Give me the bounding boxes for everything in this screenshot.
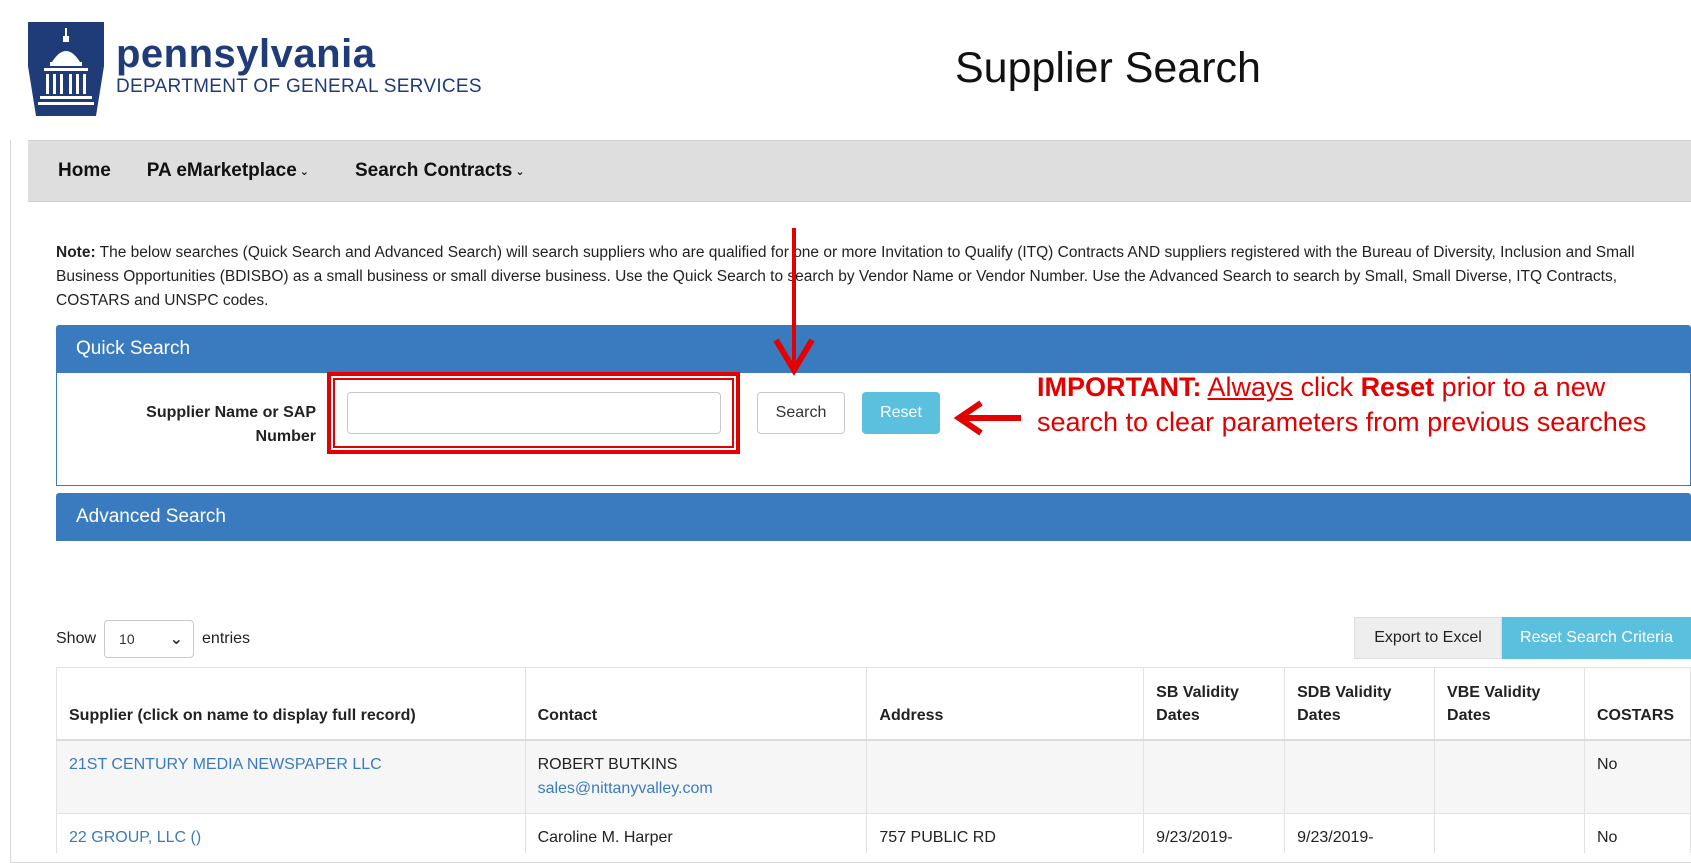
sdb-cell xyxy=(1284,739,1436,814)
main-navbar: Home PA eMarketplace ⌄ Search Contracts … xyxy=(28,140,1691,202)
supplier-field-label: Supplier Name or SAP Number xyxy=(146,404,316,445)
costars-cell: No xyxy=(1583,812,1691,853)
nav-search-contracts[interactable]: Search Contracts ⌄ xyxy=(355,160,525,182)
caret-down-icon: ⌄ xyxy=(299,165,309,178)
col-header-costars[interactable]: COSTARS xyxy=(1583,667,1691,741)
search-button[interactable]: Search xyxy=(757,392,845,434)
supplier-link[interactable]: 22 GROUP, LLC () xyxy=(69,829,201,846)
advanced-search-header[interactable]: Advanced Search xyxy=(56,493,1691,541)
address-cell: 757 PUBLIC RD xyxy=(866,812,1145,853)
nav-pa-emarketplace[interactable]: PA eMarketplace ⌄ xyxy=(147,160,309,182)
contact-email-link[interactable]: sales@nittanyvalley.com xyxy=(538,777,855,801)
annotation-arrow-left-icon xyxy=(953,400,1021,436)
vbe-cell xyxy=(1434,812,1585,853)
contact-cell: Caroline M. Harper xyxy=(524,812,868,853)
important-label: IMPORTANT: xyxy=(1037,372,1202,402)
sdb-cell: 9/23/2019- xyxy=(1284,812,1436,853)
nav-search-contracts-label: Search Contracts xyxy=(354,160,513,181)
important-click: click xyxy=(1300,372,1354,402)
nav-pa-emarketplace-label: PA eMarketplace xyxy=(146,160,297,181)
col-header-supplier[interactable]: Supplier (click on name to display full … xyxy=(56,667,526,741)
entries-label: entries xyxy=(202,630,251,647)
sb-cell: 9/23/2019- xyxy=(1143,812,1286,853)
note-label: Note: xyxy=(56,244,96,261)
col-header-sdb-validity[interactable]: SDB Validity Dates xyxy=(1284,667,1436,741)
costars-cell: No xyxy=(1583,739,1691,814)
logo-subtitle: DEPARTMENT OF GENERAL SERVICES xyxy=(116,76,482,97)
caret-down-icon: ⌄ xyxy=(515,165,525,178)
vbe-cell xyxy=(1434,739,1585,814)
search-note: Note: The below searches (Quick Search a… xyxy=(56,241,1656,313)
contact-name: Caroline M. Harper xyxy=(537,828,673,846)
note-text: The below searches (Quick Search and Adv… xyxy=(56,244,1635,309)
sb-cell xyxy=(1143,739,1286,814)
nav-home-label: Home xyxy=(58,160,111,181)
quick-search-title: Quick Search xyxy=(76,338,191,359)
col-header-sb-validity[interactable]: SB Validity Dates xyxy=(1143,667,1286,741)
table-header-row: Supplier (click on name to display full … xyxy=(56,667,1691,741)
quick-search-header[interactable]: Quick Search xyxy=(56,325,1691,373)
supplier-cell: 21ST CENTURY MEDIA NEWSPAPER LLC xyxy=(56,739,526,814)
table-row: 21ST CENTURY MEDIA NEWSPAPER LLC ROBERT … xyxy=(56,739,1691,814)
advanced-search-title: Advanced Search xyxy=(76,506,226,527)
address-cell xyxy=(866,739,1145,814)
important-always: Always xyxy=(1207,372,1294,402)
important-annotation: IMPORTANT: Always click Reset prior to a… xyxy=(1037,370,1687,440)
chevron-down-icon: ⌄ xyxy=(169,631,184,648)
col-header-address[interactable]: Address xyxy=(866,667,1145,741)
nav-home[interactable]: Home xyxy=(58,160,111,182)
table-row: 22 GROUP, LLC () Caroline M. Harper 757 … xyxy=(56,812,1691,853)
reset-button[interactable]: Reset xyxy=(862,392,940,434)
supplier-search-input[interactable] xyxy=(347,392,721,434)
show-label: Show xyxy=(56,630,97,647)
logo-title: pennsylvania xyxy=(116,32,376,76)
col-header-contact[interactable]: Contact xyxy=(524,667,868,741)
contact-name: ROBERT BUTKINS xyxy=(537,755,678,773)
capitol-keystone-icon xyxy=(28,22,104,116)
site-header: pennsylvania DEPARTMENT OF GENERAL SERVI… xyxy=(0,0,1691,140)
results-table: Supplier (click on name to display full … xyxy=(56,667,1691,853)
page-title: Supplier Search xyxy=(955,44,1261,92)
supplier-cell: 22 GROUP, LLC () xyxy=(56,812,526,853)
results-table-wrap: Supplier (click on name to display full … xyxy=(56,667,1691,853)
contact-cell: ROBERT BUTKINS sales@nittanyvalley.com xyxy=(524,739,868,814)
pa-dgs-logo[interactable]: pennsylvania DEPARTMENT OF GENERAL SERVI… xyxy=(28,22,482,116)
col-header-vbe-validity[interactable]: VBE Validity Dates xyxy=(1434,667,1585,741)
export-excel-button[interactable]: Export to Excel xyxy=(1354,617,1502,659)
annotation-arrow-down-icon xyxy=(773,228,815,376)
entries-select[interactable]: 10 ⌄ xyxy=(104,620,195,658)
reset-search-criteria-button[interactable]: Reset Search Criteria xyxy=(1502,617,1691,659)
important-reset: Reset xyxy=(1360,372,1435,402)
supplier-link[interactable]: 21ST CENTURY MEDIA NEWSPAPER LLC xyxy=(69,756,382,773)
entries-control: Show 10 ⌄ entries xyxy=(56,620,250,658)
entries-value: 10 xyxy=(119,631,135,647)
